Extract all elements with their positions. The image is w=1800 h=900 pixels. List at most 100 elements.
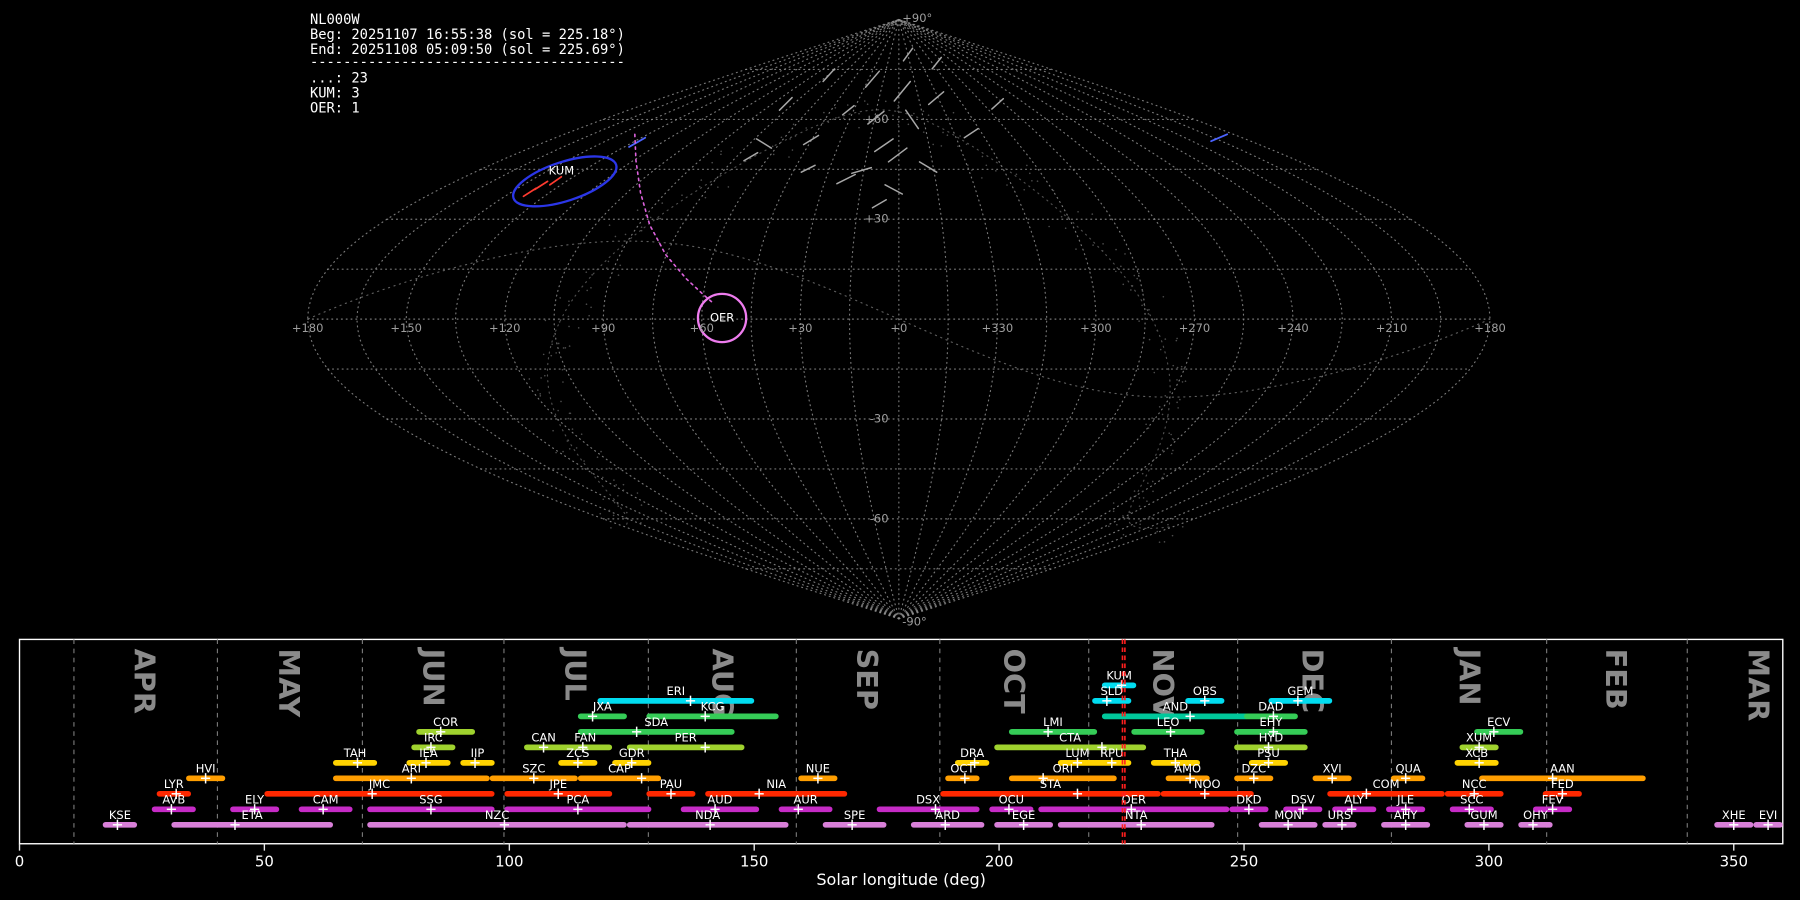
star-speckle [1161,477,1163,480]
meteor-track-sporadic [991,97,1005,110]
star-speckle [959,135,961,137]
shower-label-ECV: ECV [1487,715,1510,729]
star-speckle [1172,449,1174,452]
meteor-track-sporadic [884,184,904,195]
star-speckle [720,153,722,156]
star-speckle [1124,253,1126,255]
star-speckle [1122,533,1125,536]
star-speckle [617,494,619,497]
star-speckle [1175,339,1178,342]
star-speckle [614,235,617,238]
star-speckle [1135,522,1137,524]
star-speckle [1067,216,1070,219]
star-speckle [568,345,571,347]
star-speckle [668,188,670,191]
star-speckle [564,347,567,349]
info-divider: -------------------------------------- [310,55,625,71]
meteor-track-sporadic [755,138,773,149]
station-code: NL000W [310,12,360,28]
kum-radiant-label: KUM [549,163,575,177]
shower-label-NDA: NDA [695,808,720,822]
star-speckle [1181,525,1184,528]
kum-radiant-ellipse [511,155,618,208]
star-speckle [1141,304,1143,307]
star-speckle [1048,225,1050,228]
star-speckle [561,368,564,371]
star-speckle [661,202,664,204]
kum-count: KUM: 3 [310,86,360,102]
x-axis-tick-label: 250 [1230,853,1258,871]
map-label-right-ascension: +150 [390,321,422,335]
meteor-track-sporadic [887,147,908,163]
map-label-right-ascension: +180 [292,321,324,335]
star-speckle [772,153,775,156]
star-speckle [846,104,849,106]
meteor-track-kum [549,175,563,186]
star-speckle [1052,189,1055,192]
star-speckle [1147,313,1150,315]
star-speckle [636,209,639,211]
star-speckle [577,327,580,329]
shower-label-AAN: AAN [1550,762,1575,776]
star-speckle [1122,515,1124,517]
star-speckle [1102,243,1104,245]
star-speckle [698,185,701,188]
star-speckle [1064,227,1067,230]
star-speckle [539,393,542,395]
star-speckle [1180,365,1183,368]
star-speckle [1115,270,1117,273]
star-speckle [922,110,925,113]
star-speckle [1108,525,1110,528]
star-speckle [1153,318,1156,321]
shower-label-DAD: DAD [1258,700,1283,714]
star-speckle [1145,423,1147,426]
star-speckle [981,177,983,179]
star-speckle [602,498,605,501]
map-label-right-ascension: +0 [890,321,907,335]
star-speckle [607,260,610,263]
star-speckle [1029,172,1031,175]
shower-label-ETA: ETA [242,808,263,822]
map-label-declination: +30 [864,212,888,226]
star-speckle [1164,338,1167,340]
star-speckle [1026,164,1028,167]
star-speckle [897,110,899,113]
star-speckle [608,509,611,512]
star-speckle [866,103,869,106]
meteor-track-sporadic [778,96,793,111]
star-speckle [624,517,626,520]
star-speckle [1138,497,1141,499]
shower-label-KUM: KUM [1106,669,1132,683]
star-speckle [1161,413,1164,416]
shower-label-LYR: LYR [164,777,184,791]
star-speckle [1179,398,1181,401]
star-speckle [590,306,592,309]
star-speckle [1176,337,1178,340]
star-speckle [1184,380,1187,383]
shower-activity-timeline: APR MAY JUN JUL AUG SEP OCT NOV DEC JAN FEB MARKUME… [15,638,1784,871]
star-speckle [892,114,894,117]
star-speckle [1122,283,1125,286]
star-speckle [1162,450,1165,453]
star-speckle [897,107,899,109]
shower-label-TAH: TAH [343,746,367,760]
star-speckle [1151,480,1154,483]
star-speckle [1138,505,1141,507]
star-speckle [1146,500,1148,503]
star-speckle [597,469,600,471]
meteor-track-sporadic [963,127,979,139]
x-axis-title: Solar longitude (deg) [816,870,986,889]
shower-label-SPE: SPE [844,808,865,822]
star-speckle [625,511,628,514]
star-speckle [1091,213,1094,215]
map-label-right-ascension: +60 [690,321,714,335]
shower-label-LMI: LMI [1043,715,1063,729]
shower-label-URS: URS [1328,808,1352,822]
star-speckle [659,217,662,220]
x-axis-tick-label: 300 [1475,853,1503,871]
star-speckle [1130,289,1132,291]
star-speckle [1162,295,1165,298]
star-speckle [947,117,950,119]
star-speckle [608,224,611,227]
shower-label-CTA: CTA [1059,731,1081,745]
